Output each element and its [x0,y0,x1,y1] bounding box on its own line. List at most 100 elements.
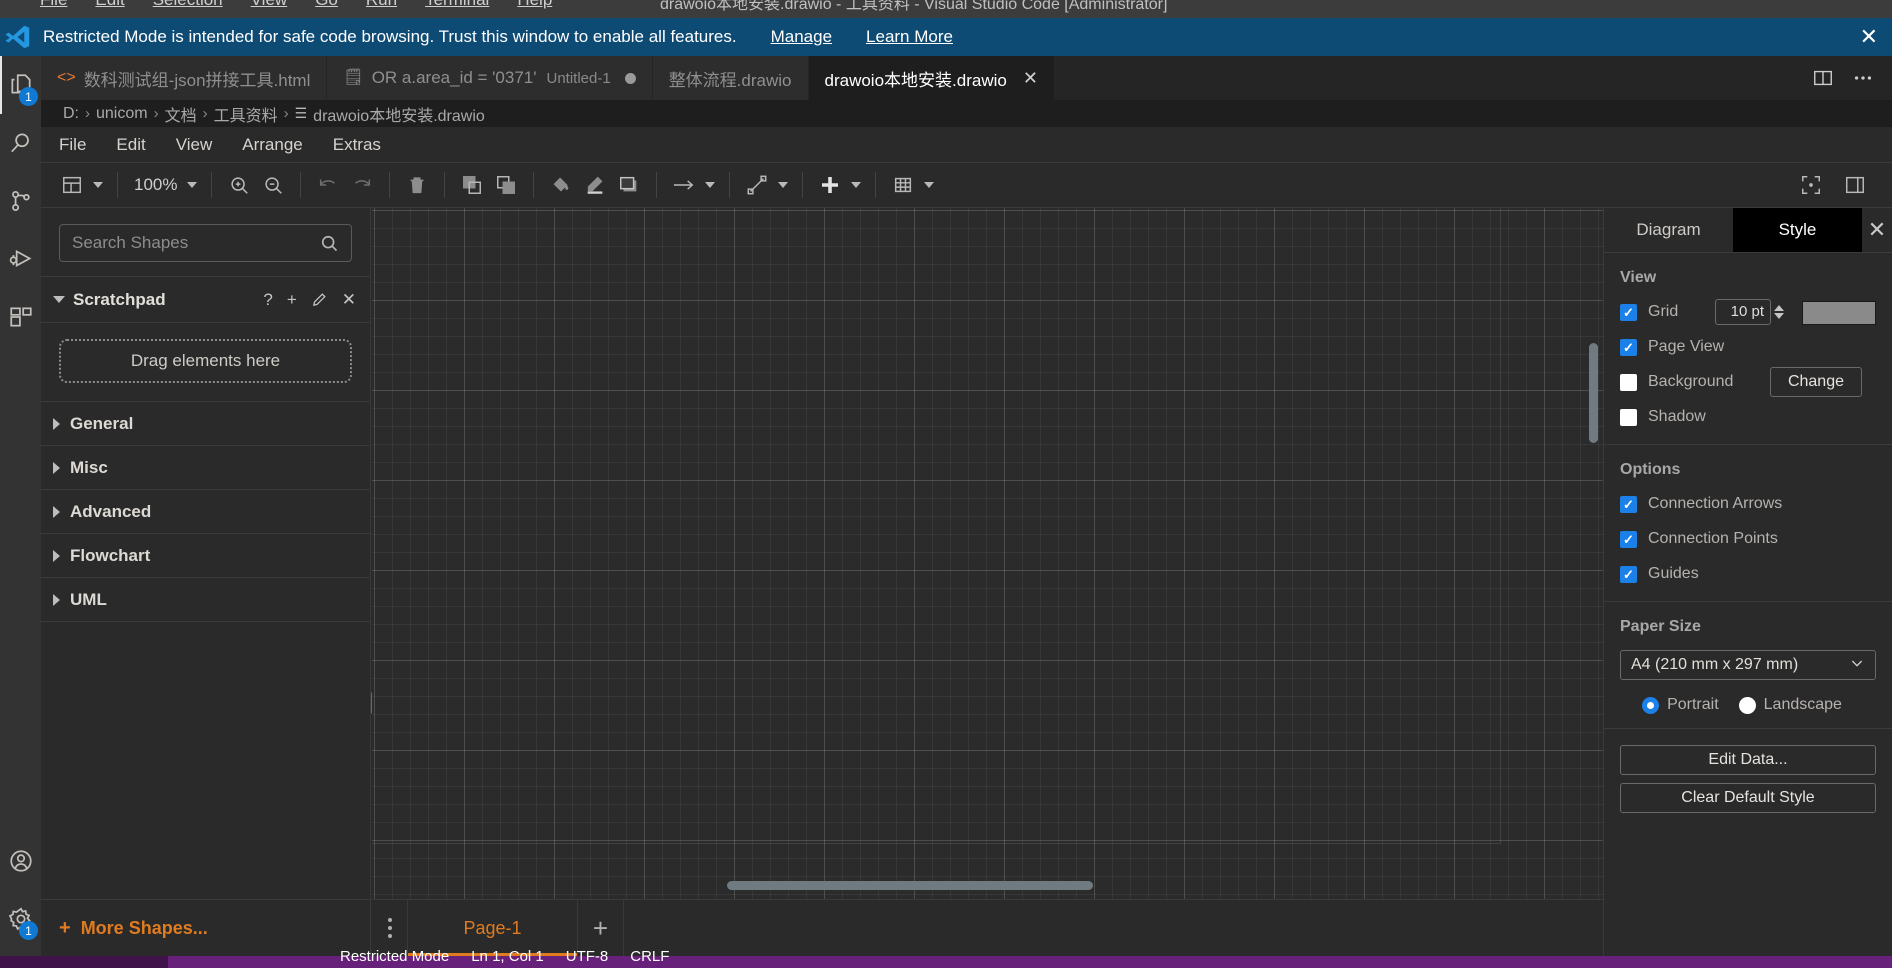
format-panel-icon[interactable] [1838,168,1872,202]
menubar-item-selection[interactable]: Selection [153,0,223,10]
paper-size-select[interactable]: A4 (210 mm x 297 mm) [1620,650,1876,680]
editor-tab-html[interactable]: <> 数科测试组-json拼接工具.html [41,56,328,100]
activity-item-source-control[interactable] [0,172,41,230]
zoom-caret-icon[interactable] [183,168,201,202]
grid-color-swatch[interactable] [1802,301,1876,325]
activity-item-run-and-debug[interactable] [0,230,41,288]
dirty-indicator-icon[interactable] [624,72,636,84]
chevron-down-icon[interactable] [53,296,65,303]
more-actions-icon[interactable] [1852,67,1874,89]
breadcrumb-item-tools[interactable]: 工具资料 [214,102,278,126]
banner-close-icon[interactable]: ✕ [1860,26,1878,48]
diagram-canvas-area[interactable]: Page-1 + [372,208,1603,956]
background-checkbox[interactable] [1620,373,1637,391]
zoom-level-label[interactable]: 100% [128,175,183,195]
table-grid-icon[interactable] [886,168,920,202]
breadcrumb-item-drive[interactable]: D: [63,105,79,123]
drawio-menu-arrange[interactable]: Arrange [242,135,302,155]
clear-default-style-button[interactable]: Clear Default Style [1620,783,1876,813]
send-to-back-icon[interactable] [489,168,523,202]
scratchpad-dropzone[interactable]: Drag elements here [59,339,352,383]
menubar-item-terminal[interactable]: Terminal [425,0,489,10]
fullscreen-icon[interactable] [1794,168,1828,202]
close-icon[interactable]: ✕ [1023,69,1038,87]
waypoint-caret-icon[interactable] [774,168,792,202]
vscode-menubar[interactable]: File Edit Selection View Go Run Terminal… [0,0,1892,18]
redo-icon[interactable] [345,168,379,202]
drawio-menu-file[interactable]: File [59,135,86,155]
search-shapes-input[interactable] [72,233,319,253]
activity-item-accounts[interactable] [0,832,41,890]
scratchpad-close-icon[interactable]: ✕ [342,290,356,310]
zoom-in-icon[interactable] [222,168,256,202]
breadcrumb-item-unicom[interactable]: unicom [96,105,148,123]
diagram-page[interactable] [372,208,1500,843]
activity-item-search[interactable] [0,114,41,172]
editor-tab-sql[interactable]: 🗒 OR a.area_id = '0371' Untitled-1 [327,56,653,100]
vscode-status-bar[interactable]: Restricted Mode Ln 1, Col 1 UTF-8 CRLF [0,948,1892,968]
connection-arrows-checkbox[interactable] [1620,495,1637,513]
waypoint-line-icon[interactable] [740,168,774,202]
menubar-item-help[interactable]: Help [517,0,552,10]
shape-section-misc[interactable]: Misc [41,446,370,490]
editor-tab-drawio-overall[interactable]: ☰ 整体流程.drawio [652,56,1892,968]
status-item-restricted-mode[interactable]: Restricted Mode [340,948,449,965]
plus-icon[interactable] [813,168,847,202]
diagram-grid[interactable] [372,208,1603,899]
banner-manage-link[interactable]: Manage [771,27,832,47]
status-item-cursor[interactable]: Ln 1, Col 1 [471,948,544,965]
editor-tab-drawio-active[interactable]: ☰ drawoio本地安装.drawio ✕ [808,56,1892,968]
shape-section-flowchart[interactable]: Flowchart [41,534,370,578]
shape-section-general[interactable]: General [41,402,370,446]
landscape-radio[interactable] [1738,696,1756,714]
menubar-item-go[interactable]: Go [315,0,338,10]
status-item-encoding[interactable]: UTF-8 [566,948,609,965]
tab-diagram[interactable]: Diagram [1604,208,1733,252]
drawio-menu-extras[interactable]: Extras [333,135,381,155]
layout-panels-caret-icon[interactable] [89,168,107,202]
undo-icon[interactable] [311,168,345,202]
canvas-vertical-scrollbar[interactable] [1589,343,1598,443]
fill-bucket-icon[interactable] [544,168,578,202]
drawio-menu-view[interactable]: View [176,135,213,155]
breadcrumb-item-file[interactable]: drawoio本地安装.drawio [313,102,485,126]
shadow-rect-icon[interactable] [612,168,646,202]
grid-checkbox[interactable] [1620,303,1637,321]
shape-section-uml[interactable]: UML [41,578,370,622]
canvas-horizontal-scrollbar[interactable] [727,881,1093,890]
portrait-radio[interactable] [1642,696,1660,714]
search-icon[interactable] [319,233,339,253]
more-shapes-button[interactable]: + More Shapes... [41,900,370,956]
menubar-item-view[interactable]: View [251,0,288,10]
activity-item-extensions[interactable] [0,288,41,346]
bring-to-front-icon[interactable] [455,168,489,202]
search-shapes-box[interactable] [59,224,352,262]
format-panel-close-icon[interactable]: ✕ [1862,208,1892,252]
shape-section-advanced[interactable]: Advanced [41,490,370,534]
pen-icon[interactable] [578,168,612,202]
scratchpad-help-icon[interactable]: ? [263,290,272,310]
drawio-menu-edit[interactable]: Edit [116,135,145,155]
insert-caret-icon[interactable] [847,168,865,202]
layout-panels-icon[interactable] [55,168,89,202]
edit-data-button[interactable]: Edit Data... [1620,745,1876,775]
status-item-eol[interactable]: CRLF [630,948,669,965]
grid-size-decrement-icon[interactable] [1774,313,1784,319]
arrow-caret-icon[interactable] [701,168,719,202]
guides-checkbox[interactable] [1620,565,1637,583]
activity-item-settings[interactable]: 1 [0,890,41,948]
zoom-out-icon[interactable] [256,168,290,202]
activity-item-explorer[interactable]: 1 [0,56,41,114]
split-editor-icon[interactable] [1812,67,1834,89]
menubar-item-file[interactable]: File [40,0,67,10]
trash-icon[interactable] [400,168,434,202]
menubar-item-edit[interactable]: Edit [95,0,124,10]
arrow-connection-icon[interactable] [667,168,701,202]
connection-points-checkbox[interactable] [1620,530,1637,548]
table-caret-icon[interactable] [920,168,938,202]
banner-learn-more-link[interactable]: Learn More [866,27,953,47]
status-bar-remote-indicator[interactable] [0,956,168,968]
tab-style[interactable]: Style [1733,208,1862,252]
breadcrumb-item-docs[interactable]: 文档 [165,102,197,126]
shadow-checkbox[interactable] [1620,408,1637,426]
